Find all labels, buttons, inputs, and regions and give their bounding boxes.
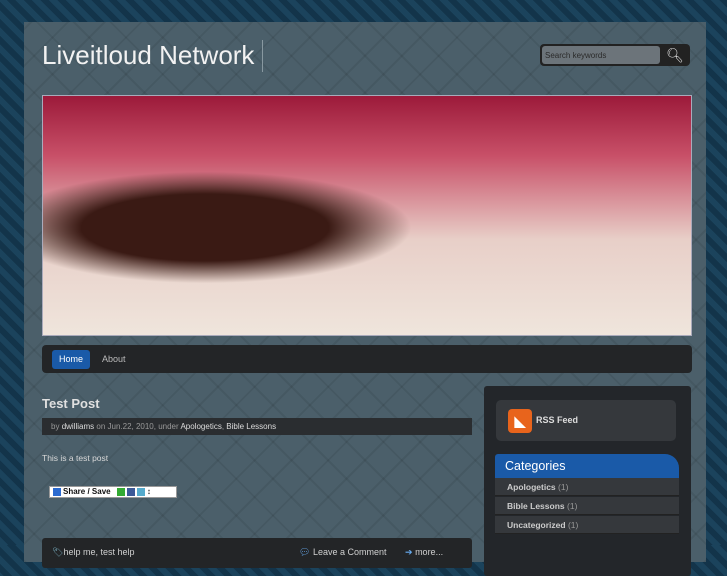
share-label: Share / Save <box>63 487 111 496</box>
category-link[interactable]: Bible Lessons <box>226 422 276 431</box>
category-name: Apologetics <box>507 482 556 492</box>
author-link[interactable]: dwilliams <box>62 422 94 431</box>
category-count: (1) <box>567 501 578 511</box>
rss-icon: ◣ <box>508 409 532 433</box>
header-banner <box>42 95 692 336</box>
share-save-button[interactable]: Share / Save ↕ <box>49 486 177 498</box>
more-link[interactable]: ➔ more... <box>405 547 443 558</box>
category-name: Uncategorized <box>507 520 566 530</box>
page-container: Liveitloud Network 🔍︎ Home About Test Po… <box>24 22 706 576</box>
site-title[interactable]: Liveitloud Network <box>42 40 264 72</box>
arrow-icon: ➔ <box>405 547 413 557</box>
search-icon[interactable]: 🔍︎ <box>664 46 686 64</box>
category-item[interactable]: Apologetics (1) <box>495 478 679 496</box>
comment-link[interactable]: 💬︎ Leave a Comment <box>299 547 387 558</box>
facebook-icon <box>126 487 135 496</box>
post-footer: 🏷︎help me, test help 💬︎ Leave a Comment … <box>42 538 472 568</box>
rss-feed-link[interactable]: ◣ RSS Feed <box>496 400 676 441</box>
nav-home[interactable]: Home <box>52 350 91 369</box>
post-body: This is a test post <box>42 453 109 463</box>
tags-text[interactable]: help me, test help <box>63 547 134 557</box>
tag-icon: 🏷︎ <box>52 547 64 557</box>
sidebar: ◣ RSS Feed Categories Apologetics (1) Bi… <box>484 386 691 576</box>
comment-icon: 💬︎ <box>299 547 311 557</box>
meta-date: on Jun.22, 2010, under <box>96 422 179 431</box>
meta-by: by <box>51 422 60 431</box>
category-item[interactable]: Bible Lessons (1) <box>495 497 679 515</box>
twitter-icon <box>136 487 145 496</box>
tags: 🏷︎help me, test help <box>52 547 134 558</box>
category-link[interactable]: Apologetics <box>180 422 221 431</box>
category-count: (1) <box>558 482 569 492</box>
search-input[interactable] <box>542 46 660 64</box>
post-title[interactable]: Test Post <box>42 396 100 411</box>
comment-text: Leave a Comment <box>312 547 387 557</box>
post-meta: by dwilliams on Jun.22, 2010, under Apol… <box>42 418 472 435</box>
category-item[interactable]: Uncategorized (1) <box>495 516 679 534</box>
category-count: (1) <box>567 520 579 530</box>
more-text: more... <box>415 547 444 557</box>
share-icon <box>53 487 61 496</box>
categories-title: Categories <box>495 454 679 478</box>
nav-about[interactable]: About <box>95 350 133 369</box>
main-nav: Home About <box>42 345 692 373</box>
category-name: Bible Lessons <box>507 501 565 511</box>
search-form: 🔍︎ <box>540 44 690 66</box>
rss-label: RSS Feed <box>536 415 579 425</box>
email-icon <box>116 487 125 496</box>
